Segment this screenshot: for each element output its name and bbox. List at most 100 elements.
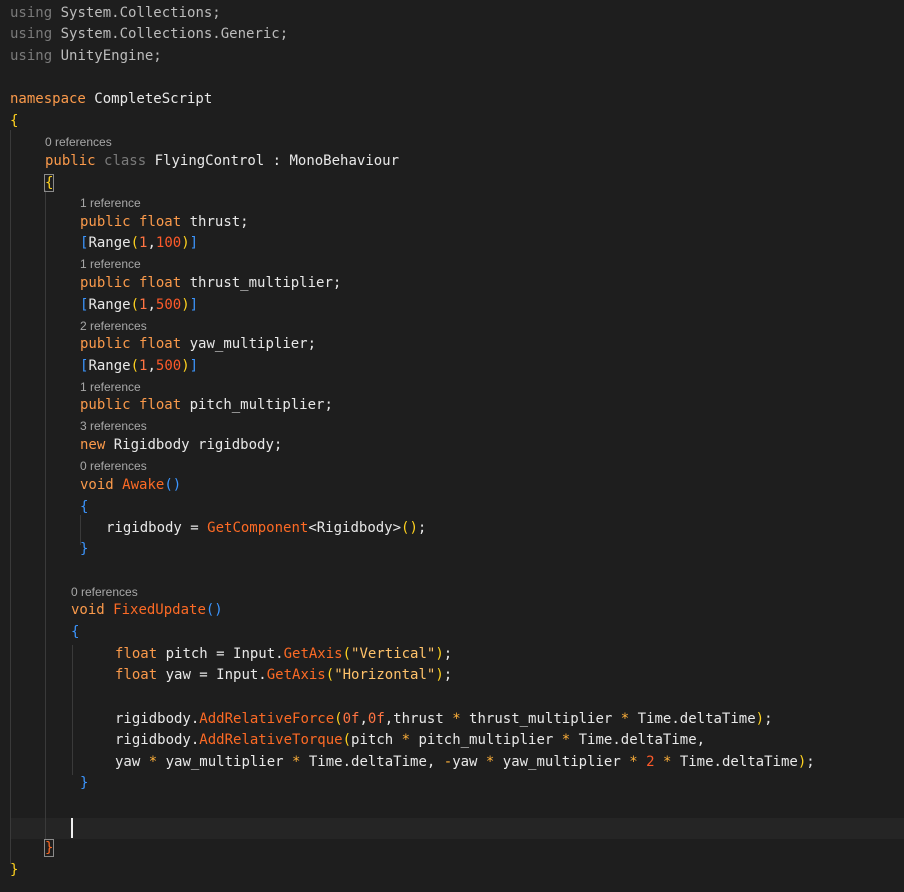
code-line[interactable]: float yaw = Input.GetAxis("Horizontal"); (115, 665, 452, 686)
code-line[interactable]: { (10, 111, 18, 132)
code-line[interactable]: } (10, 860, 18, 881)
code-token: () (164, 477, 182, 493)
code-token: yaw_multiplier; (181, 336, 317, 352)
code-token: float (139, 214, 182, 230)
code-line[interactable]: public float yaw_multiplier; (80, 334, 316, 355)
code-token: Range (88, 235, 131, 251)
code-token: ] (189, 297, 199, 313)
code-token: ] (189, 235, 199, 251)
code-lens-references[interactable]: 0 references (45, 134, 112, 150)
code-token: , (359, 711, 368, 727)
code-line[interactable]: yaw * yaw_multiplier * Time.deltaTime, -… (115, 752, 815, 773)
code-line[interactable]: rigidbody.AddRelativeTorque(pitch * pitc… (115, 730, 705, 751)
code-line[interactable]: void Awake() (80, 475, 181, 496)
code-token: { (71, 624, 80, 640)
code-line[interactable]: { (80, 497, 88, 518)
code-token: AddRelativeForce (199, 711, 335, 727)
code-token: 100 (155, 235, 182, 251)
code-token: new (80, 437, 106, 453)
code-line[interactable]: rigidbody.AddRelativeForce(0f,0f,thrust … (115, 709, 773, 730)
code-lens-references[interactable]: 1 reference (80, 256, 141, 272)
code-token: * (629, 754, 638, 770)
code-token: public (80, 275, 131, 291)
code-line[interactable]: void FixedUpdate() (71, 600, 223, 621)
code-lens-references[interactable]: 0 references (80, 458, 147, 474)
code-token: ) (181, 235, 190, 251)
code-token: "Horizontal" (334, 667, 436, 683)
code-line[interactable]: } (80, 773, 88, 794)
code-editor[interactable]: using System.Collections; using System.Co… (0, 0, 904, 892)
code-token: thrust; (181, 214, 249, 230)
code-token: System.Collections; (52, 5, 221, 21)
code-token: rigidbody. (115, 732, 200, 748)
code-token: } (43, 839, 55, 857)
code-line[interactable]: using System.Collections; (10, 3, 221, 24)
code-token: Range (88, 358, 131, 374)
code-token: * (148, 754, 158, 770)
code-line[interactable]: public class FlyingControl : MonoBehavio… (45, 151, 399, 172)
code-token: using (10, 48, 53, 64)
code-token: ) (755, 711, 765, 727)
code-token: public (45, 153, 96, 169)
code-line[interactable]: } (80, 539, 88, 560)
code-token: ) (435, 646, 444, 662)
code-token: float (139, 397, 182, 413)
code-line[interactable]: namespace CompleteScript (10, 89, 212, 110)
code-token: float (139, 275, 182, 291)
code-line[interactable]: using UnityEngine; (10, 46, 162, 67)
code-token: ) (797, 754, 807, 770)
code-token: () (401, 520, 418, 536)
code-token: , (147, 235, 156, 251)
code-line[interactable]: [Range(1,500)] (80, 295, 198, 316)
code-token: using (10, 5, 53, 21)
code-lens-references[interactable]: 0 references (71, 584, 138, 600)
code-token: ( (130, 297, 140, 313)
code-token: ( (342, 732, 352, 748)
code-lens-references[interactable]: 1 reference (80, 195, 141, 211)
code-token: ,thrust (384, 711, 453, 727)
code-token: ( (130, 358, 140, 374)
code-line[interactable]: [Range(1,100)] (80, 233, 198, 254)
code-token: ( (325, 667, 335, 683)
code-token: pitch_multiplier; (181, 397, 333, 413)
code-token: pitch_multiplier (410, 732, 562, 748)
code-line[interactable]: } (43, 838, 55, 859)
code-lens-references[interactable]: 3 references (80, 418, 147, 434)
code-token: Time.deltaTime (671, 754, 798, 770)
code-line[interactable]: { (43, 173, 55, 194)
code-token: ; (443, 667, 453, 683)
code-line[interactable]: [Range(1,500)] (80, 356, 198, 377)
code-token: ; (443, 646, 453, 662)
code-token: pitch = Input. (157, 646, 284, 662)
code-token: ] (189, 358, 199, 374)
code-token: CompleteScript (85, 91, 213, 107)
code-token: ( (130, 235, 140, 251)
code-line[interactable]: using System.Collections.Generic; (10, 24, 288, 45)
code-line[interactable]: public float thrust_multiplier; (80, 273, 341, 294)
code-token: yaw (452, 754, 486, 770)
code-lens-references[interactable]: 2 references (80, 318, 147, 334)
indent-guide (10, 130, 11, 864)
code-token: Rigidbody rigidbody; (105, 437, 283, 453)
code-line[interactable]: { (71, 622, 79, 643)
code-token: yaw = Input. (157, 667, 267, 683)
code-line[interactable]: rigidbody = GetComponent<Rigidbody>(); (106, 518, 426, 539)
code-lens-references[interactable]: 1 reference (80, 379, 141, 395)
code-token: - (443, 754, 453, 770)
code-token: ; (764, 711, 773, 727)
code-token: FixedUpdate (113, 602, 206, 618)
code-token: Range (88, 297, 131, 313)
code-line[interactable]: public float pitch_multiplier; (80, 395, 333, 416)
code-line[interactable]: public float thrust; (80, 212, 249, 233)
code-token: GetAxis (283, 646, 343, 662)
code-line[interactable]: float pitch = Input.GetAxis("Vertical"); (115, 644, 452, 665)
code-token: namespace (10, 91, 86, 107)
code-line[interactable]: new Rigidbody rigidbody; (80, 435, 282, 456)
